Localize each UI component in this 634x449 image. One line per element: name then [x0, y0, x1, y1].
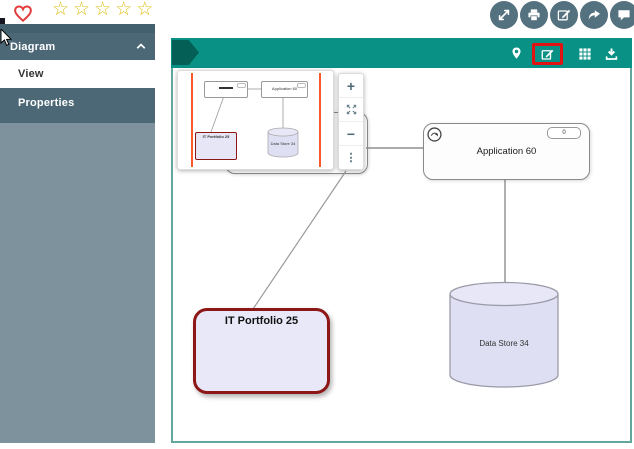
diagram-node-application-60[interactable]: 0 Application 60 [423, 123, 590, 180]
app-window: ☆☆☆☆☆ Diagram [0, 0, 634, 449]
sidebar-filler [0, 123, 155, 443]
star-icon[interactable]: ☆ [94, 0, 115, 20]
sidebar-item-label: View [0, 68, 44, 80]
edit-button[interactable] [550, 1, 578, 29]
star-icon[interactable]: ☆ [136, 0, 157, 20]
download-icon[interactable] [600, 43, 622, 65]
sidebar-item-label: Properties [0, 88, 74, 109]
node-type-icon [427, 127, 442, 147]
more-options-button[interactable]: ⋮ [339, 146, 363, 169]
edit-highlight-box[interactable] [532, 43, 563, 65]
expand-arrows-icon [496, 7, 512, 23]
fit-screen-icon [345, 103, 358, 116]
sidebar-item-view[interactable]: View [0, 60, 155, 88]
zoom-in-button[interactable]: + [339, 74, 363, 98]
diagram-node-it-portfolio-25[interactable]: IT Portfolio 25 [193, 308, 330, 394]
minimap-node: IT Portfolio 25 [195, 132, 237, 160]
sidebar-item-properties[interactable]: Properties [0, 88, 155, 123]
star-icon[interactable]: ☆ [115, 0, 136, 20]
comment-bubble-icon [616, 7, 632, 23]
print-button[interactable] [520, 1, 548, 29]
star-icon[interactable]: ☆ [52, 0, 73, 20]
status-badge: 0 [547, 127, 581, 139]
zoom-controls: + − ⋮ [338, 73, 364, 170]
expand-button[interactable] [490, 1, 518, 29]
star-rating[interactable]: ☆☆☆☆☆ [52, 0, 157, 20]
fit-screen-button[interactable] [339, 98, 363, 122]
minimap-node-label: Data Store 34 [267, 141, 299, 146]
mouse-cursor [0, 29, 12, 52]
page-bound-line [319, 73, 321, 167]
share-arrow-icon [586, 7, 602, 23]
comment-button[interactable] [610, 1, 634, 29]
edit-pencil-icon [556, 7, 572, 23]
edit-pencil-icon [540, 47, 555, 62]
badge-count: 0 [562, 130, 565, 136]
diagram-node-data-store-34[interactable]: Data Store 34 [448, 281, 560, 395]
node-label: IT Portfolio 25 [196, 311, 327, 327]
chevron-up-icon[interactable] [135, 38, 155, 56]
location-pin-icon[interactable] [505, 42, 527, 64]
share-button[interactable] [580, 1, 608, 29]
minimap-node: Data Store 34 [267, 127, 299, 159]
zoom-out-button[interactable]: − [339, 122, 363, 146]
node-label: Application 60 [424, 146, 589, 157]
minimap[interactable]: Application 60 IT Portfolio 25 Data Stor… [177, 70, 334, 170]
printer-icon [526, 7, 542, 23]
page-bound-line [191, 73, 193, 167]
minimap-node: Application 60 [261, 81, 308, 98]
star-icon[interactable]: ☆ [73, 0, 94, 20]
minimap-node-label: IT Portfolio 25 [196, 134, 236, 139]
sidebar-section-diagram[interactable]: Diagram [0, 33, 155, 60]
grid-icon[interactable] [574, 43, 596, 65]
node-label: Data Store 34 [448, 339, 560, 348]
sidebar-top-strip [0, 24, 155, 33]
minimap-node [204, 81, 248, 98]
